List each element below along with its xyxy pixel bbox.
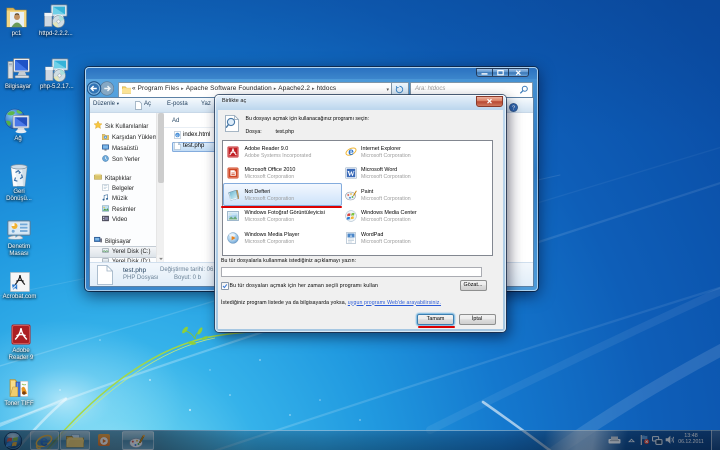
svg-text:W: W <box>347 169 355 178</box>
svg-text:?: ? <box>512 105 515 111</box>
svg-text:e: e <box>176 132 178 137</box>
svg-text:e: e <box>348 147 354 158</box>
